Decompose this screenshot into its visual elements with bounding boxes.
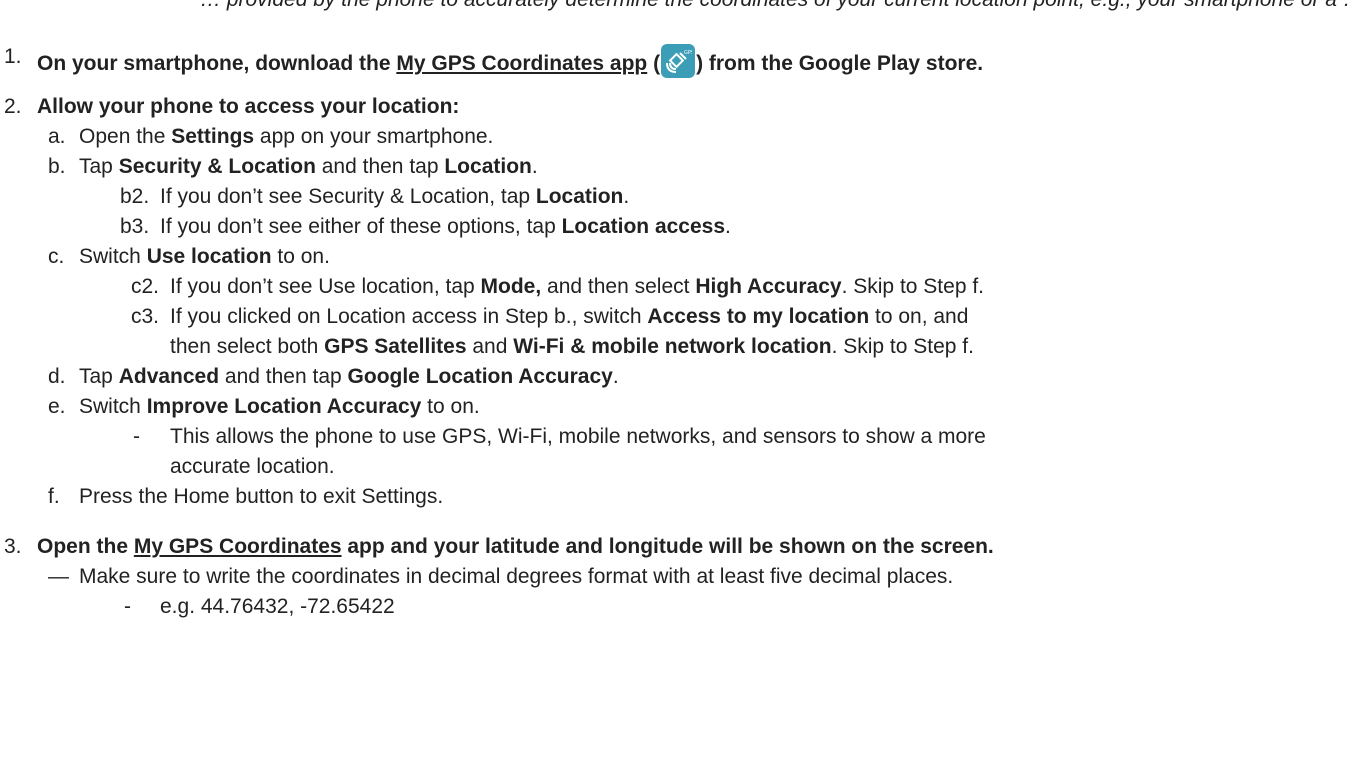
svg-text:GPS: GPS (684, 50, 692, 56)
gps-satellite-icon: GPS (661, 44, 696, 78)
step-1-text-c: ) from the Google Play store. (696, 52, 984, 75)
step-2d-text: Tap Advanced and then tap Google Locatio… (79, 365, 619, 388)
step-3-note-marker: — (48, 565, 69, 588)
step-3-text: Open the My GPS Coordinates app and your… (37, 535, 994, 558)
step-3-number: 3. (4, 535, 22, 558)
step-3-example-marker: - (124, 595, 131, 618)
step-2f-text: Press the Home button to exit Settings. (79, 485, 444, 508)
step-2e-text: Switch Improve Location Accuracy to on. (79, 395, 480, 418)
step-2c2-text: If you don’t see Use location, tap Mode,… (170, 275, 984, 298)
step-1-text-a: On your smartphone, download the (37, 52, 397, 75)
step-2c3-text-continued: then select both GPS Satellites and Wi-F… (170, 335, 974, 358)
step-2e-marker: e. (48, 395, 66, 418)
step-2b3-text: If you don’t see either of these options… (160, 215, 731, 238)
step-2e-note-text: This allows the phone to use GPS, Wi-Fi,… (170, 425, 986, 448)
my-gps-coordinates-link[interactable]: My GPS Coordinates (134, 535, 342, 558)
step-2-number: 2. (4, 95, 22, 118)
step-1-text: On your smartphone, download the My GPS … (37, 44, 983, 78)
step-3-note-text: Make sure to write the coordinates in de… (79, 565, 954, 588)
step-3-example-text: e.g. 44.76432, -72.65422 (160, 595, 395, 618)
step-2c3-marker: c3. (131, 305, 160, 328)
step-2a-text: Open the Settings app on your smartphone… (79, 125, 494, 148)
cut-off-top-line: … provided by the phone to accurately de… (200, 0, 1350, 12)
step-1-number: 1. (4, 45, 22, 68)
step-2c-marker: c. (48, 245, 65, 268)
step-2b-marker: b. (48, 155, 66, 178)
step-2b-text: Tap Security & Location and then tap Loc… (79, 155, 538, 178)
my-gps-coordinates-app-link[interactable]: My GPS Coordinates app (396, 52, 647, 75)
step-2c3-text: If you clicked on Location access in Ste… (170, 305, 969, 328)
step-2b2-marker: b2. (120, 185, 150, 208)
step-2e-note-text-continued: accurate location. (170, 455, 335, 478)
step-2c-text: Switch Use location to on. (79, 245, 330, 268)
step-2-title: Allow your phone to access your location… (37, 95, 460, 118)
step-2e-note-marker: - (133, 425, 140, 448)
step-2b3-marker: b3. (120, 215, 150, 238)
step-2d-marker: d. (48, 365, 66, 388)
step-2c2-marker: c2. (131, 275, 160, 298)
step-2a-marker: a. (48, 125, 66, 148)
step-2f-marker: f. (48, 485, 60, 508)
step-1-text-b: ( (647, 52, 661, 75)
step-2b2-text: If you don’t see Security & Location, ta… (160, 185, 630, 208)
